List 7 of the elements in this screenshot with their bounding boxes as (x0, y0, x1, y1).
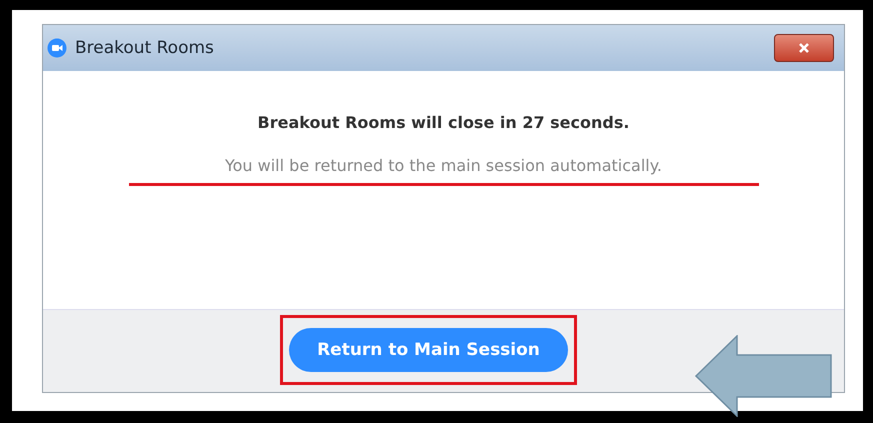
return-button[interactable]: Return to Main Session (289, 328, 568, 372)
window-title: Breakout Rooms (75, 38, 215, 58)
close-button[interactable] (774, 34, 834, 62)
app-logo-icon (47, 38, 67, 58)
close-icon (798, 42, 810, 54)
info-text: You will be returned to the main session automatically. (224, 156, 662, 175)
message-text: Breakout Rooms will close in 27 seconds. (258, 113, 630, 132)
